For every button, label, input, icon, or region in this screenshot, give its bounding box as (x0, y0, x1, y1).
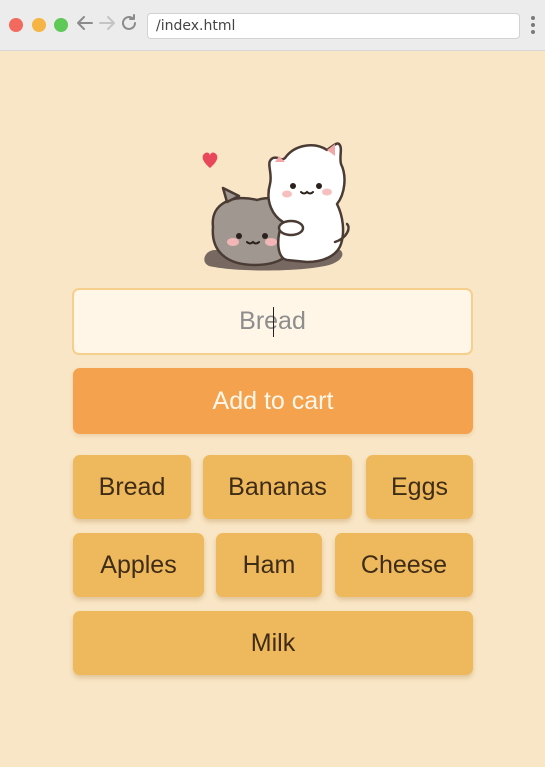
forward-arrow-icon[interactable] (96, 13, 118, 37)
window-minimize-button[interactable] (32, 18, 46, 32)
window-close-button[interactable] (9, 18, 23, 32)
two-cats-hug-icon (202, 142, 350, 271)
item-chip-apples[interactable]: Apples (73, 533, 204, 597)
item-chip-bread[interactable]: Bread (73, 455, 191, 519)
item-chip-eggs[interactable]: Eggs (366, 455, 473, 519)
item-chip-bananas[interactable]: Bananas (203, 455, 352, 519)
text-caret (273, 307, 274, 337)
browser-menu-icon[interactable] (528, 16, 538, 36)
reload-icon[interactable] (118, 13, 140, 37)
item-chip-cheese[interactable]: Cheese (335, 533, 473, 597)
item-chip-ham[interactable]: Ham (216, 533, 322, 597)
browser-toolbar: /index.html (0, 0, 545, 51)
item-chip-milk[interactable]: Milk (73, 611, 473, 675)
add-to-cart-button[interactable]: Add to cart (73, 368, 473, 434)
heart-icon (202, 152, 218, 168)
window-maximize-button[interactable] (54, 18, 68, 32)
back-arrow-icon[interactable] (74, 13, 96, 37)
address-bar[interactable]: /index.html (147, 13, 520, 39)
